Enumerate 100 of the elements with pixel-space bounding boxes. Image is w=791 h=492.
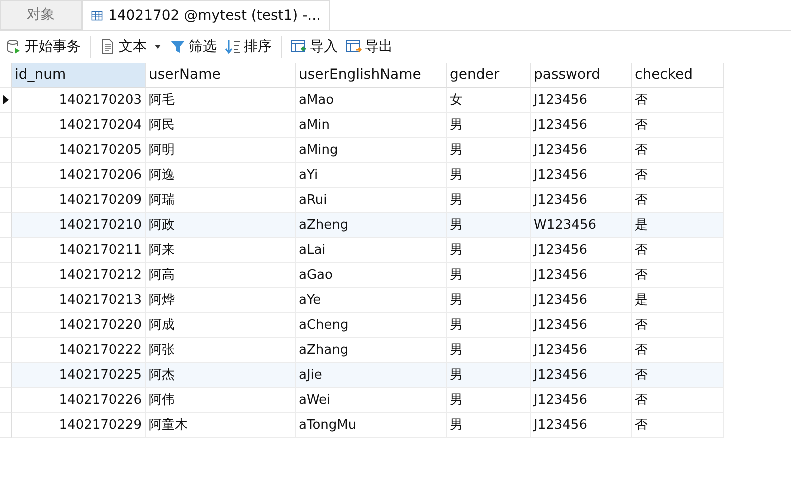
- table-cell: aTongMu: [296, 413, 447, 438]
- tab[interactable]: 对象: [0, 0, 82, 30]
- table-cell: 1402170210: [12, 213, 146, 238]
- table-cell: 阿伟: [146, 388, 296, 413]
- table-cell: 1402170204: [12, 113, 146, 138]
- database-icon: [6, 39, 22, 55]
- table-cell: 1402170225: [12, 363, 146, 388]
- table-cell: J123456: [531, 238, 632, 263]
- table-cell: aZhang: [296, 338, 447, 363]
- column-header[interactable]: gender: [447, 63, 531, 88]
- toolbar-button[interactable]: 开始事务: [2, 38, 85, 56]
- table-cell: J123456: [531, 138, 632, 163]
- table-cell: J123456: [531, 313, 632, 338]
- table-cell: J123456: [531, 113, 632, 138]
- table-cell: 阿来: [146, 238, 296, 263]
- table-cell: aMing: [296, 138, 447, 163]
- sort-icon: [225, 39, 241, 55]
- table-cell: 否: [632, 138, 724, 163]
- table-cell: J123456: [531, 163, 632, 188]
- table-cell: aJie: [296, 363, 447, 388]
- table-cell: 是: [632, 213, 724, 238]
- toolbar-button[interactable]: 导入: [287, 38, 342, 56]
- row-indicator[interactable]: [0, 88, 12, 113]
- table-cell: 否: [632, 238, 724, 263]
- table-cell: 阿明: [146, 138, 296, 163]
- table-cell: J123456: [531, 413, 632, 438]
- table-cell: 男: [447, 263, 531, 288]
- toolbar-button[interactable]: 文本: [96, 38, 166, 56]
- table-cell: 女: [447, 88, 531, 113]
- table-cell: 阿杰: [146, 363, 296, 388]
- table-cell: 男: [447, 138, 531, 163]
- table-import-icon: [291, 39, 307, 55]
- table-cell: 1402170205: [12, 138, 146, 163]
- caret-icon: [154, 44, 162, 50]
- table-cell: 男: [447, 288, 531, 313]
- column-header[interactable]: userName: [146, 63, 296, 88]
- table-cell: aMin: [296, 113, 447, 138]
- table-cell: 否: [632, 263, 724, 288]
- table-cell: J123456: [531, 363, 632, 388]
- table-cell: 阿瑞: [146, 188, 296, 213]
- table-cell: 1402170222: [12, 338, 146, 363]
- table-cell: 否: [632, 363, 724, 388]
- column-header[interactable]: userEnglishName: [296, 63, 447, 88]
- table-cell: 1402170209: [12, 188, 146, 213]
- column-header[interactable]: id_num: [12, 63, 146, 88]
- table-cell: 男: [447, 413, 531, 438]
- table-cell: J123456: [531, 338, 632, 363]
- table-cell: 否: [632, 413, 724, 438]
- table-cell: 否: [632, 188, 724, 213]
- table-cell: 阿成: [146, 313, 296, 338]
- table-cell: aYe: [296, 288, 447, 313]
- table-cell: 男: [447, 388, 531, 413]
- tab[interactable]: 14021702 @mytest (test1) -...: [82, 0, 330, 30]
- table-cell: 阿民: [146, 113, 296, 138]
- table-cell: 阿张: [146, 338, 296, 363]
- table-cell: 否: [632, 313, 724, 338]
- table-cell: 男: [447, 113, 531, 138]
- table-cell: 1402170220: [12, 313, 146, 338]
- table-cell: 1402170213: [12, 288, 146, 313]
- table-cell: 男: [447, 338, 531, 363]
- table-cell: W123456: [531, 213, 632, 238]
- table-cell: 阿高: [146, 263, 296, 288]
- table-cell: aZheng: [296, 213, 447, 238]
- table-cell: 1402170206: [12, 163, 146, 188]
- column-header[interactable]: checked: [632, 63, 724, 88]
- table-cell: J123456: [531, 188, 632, 213]
- table-cell: aCheng: [296, 313, 447, 338]
- table-cell: 1402170226: [12, 388, 146, 413]
- toolbar-button[interactable]: 排序: [221, 38, 276, 56]
- table-cell: aMao: [296, 88, 447, 113]
- table-cell: aLai: [296, 238, 447, 263]
- table-cell: J123456: [531, 88, 632, 113]
- toolbar-button[interactable]: 筛选: [166, 38, 221, 56]
- table-cell: 否: [632, 338, 724, 363]
- current-row-icon: [2, 95, 8, 105]
- table-cell: 阿逸: [146, 163, 296, 188]
- table-cell: 男: [447, 363, 531, 388]
- table-cell: J123456: [531, 288, 632, 313]
- table-export-icon: [346, 39, 362, 55]
- table-cell: 阿童木: [146, 413, 296, 438]
- document-icon: [100, 39, 116, 55]
- table-cell: 男: [447, 163, 531, 188]
- column-header[interactable]: password: [531, 63, 632, 88]
- table-cell: 1402170229: [12, 413, 146, 438]
- table-cell: 阿烨: [146, 288, 296, 313]
- filter-icon: [170, 39, 186, 55]
- table-cell: J123456: [531, 388, 632, 413]
- table-cell: 男: [447, 213, 531, 238]
- table-cell: 阿毛: [146, 88, 296, 113]
- table-cell: 是: [632, 288, 724, 313]
- toolbar-button[interactable]: 导出: [342, 38, 397, 56]
- table-cell: 1402170203: [12, 88, 146, 113]
- table-cell: 否: [632, 388, 724, 413]
- table-cell: 1402170212: [12, 263, 146, 288]
- table-cell: 男: [447, 188, 531, 213]
- table-cell: 阿政: [146, 213, 296, 238]
- table-cell: 男: [447, 238, 531, 263]
- table-cell: aYi: [296, 163, 447, 188]
- table-cell: 否: [632, 113, 724, 138]
- table-cell: aRui: [296, 188, 447, 213]
